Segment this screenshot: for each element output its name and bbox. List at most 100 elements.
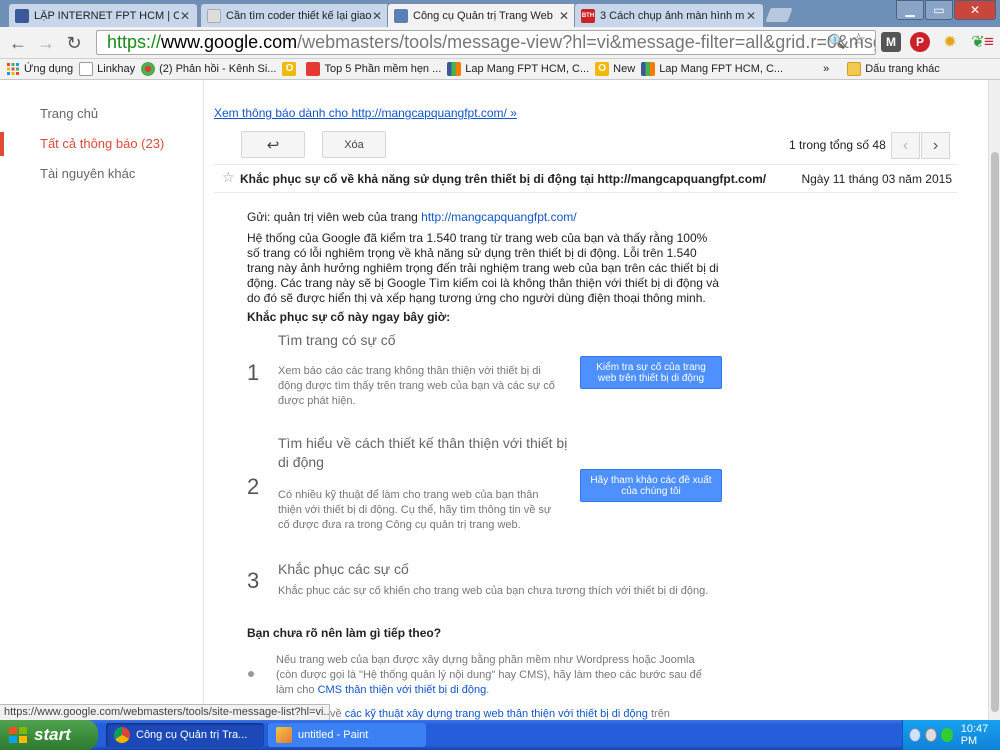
reply-button[interactable]: ↩ (241, 131, 305, 158)
cms-mobile-link[interactable]: CMS thân thiện với thiết bị di động (318, 684, 487, 696)
tray-arrow-icon[interactable] (909, 728, 922, 742)
fpt-favicon-icon (15, 8, 29, 23)
delete-button[interactable]: Xóa (322, 131, 386, 158)
bookmarks-other-folder[interactable]: Dấu trang khác (847, 62, 940, 76)
folder-icon (847, 62, 862, 76)
mobile-techniques-link[interactable]: các kỹ thuật xây dựng trang web thân thi… (345, 708, 648, 720)
network-icon[interactable] (941, 728, 953, 742)
bookmark-lap-mang-2[interactable]: Lap Mang FPT HCM, C... (641, 62, 783, 76)
tab-fpt[interactable]: LẬP INTERNET FPT HCM | C... ✕ (8, 3, 198, 27)
bookmark-new[interactable]: O New (595, 62, 635, 76)
feedback-icon (141, 62, 156, 76)
bookmark-label: Lap Mang FPT HCM, C... (659, 63, 784, 75)
prev-page-button[interactable]: ‹ (891, 132, 920, 159)
bookmark-label: (2) Phản hồi - Kênh Si... (159, 63, 277, 75)
close-tab-icon[interactable]: ✕ (745, 9, 757, 23)
minimize-button[interactable]: ▁ (896, 0, 924, 20)
taskbar-item-chrome[interactable]: Công cụ Quản trị Tra... (106, 723, 264, 747)
step-title: Tìm trang có sự cố (278, 332, 396, 348)
close-tab-icon[interactable]: ✕ (371, 9, 383, 23)
address-bar[interactable]: https://www.google.com/webmasters/tools/… (96, 30, 876, 55)
chrome-menu-icon[interactable]: ≡ (979, 32, 999, 52)
tab-screenshot-article[interactable]: BTH 3 Cách chụp ảnh màn hình m ✕ (574, 3, 764, 27)
tab-webmaster-tools[interactable]: Công cụ Quản trị Trang Web ✕ (387, 3, 577, 28)
message-date: Ngày 11 tháng 03 năm 2015 (801, 172, 952, 186)
step-description: Có nhiều kỹ thuật để làm cho trang web c… (278, 489, 552, 531)
new-tab-button[interactable] (764, 7, 794, 23)
url-path: /webmasters/tools/message-view?hl=vi&mes… (297, 32, 876, 52)
next-page-button[interactable]: › (921, 132, 950, 159)
bookmark-label: Dấu trang khác (865, 63, 940, 75)
clock[interactable]: 10:47 PM (961, 723, 1000, 747)
chrome-icon (114, 727, 130, 743)
tab-coder[interactable]: Cần tìm coder thiết kế lại giao ✕ (200, 3, 390, 27)
intro-paragraph: Hệ thống của Google đã kiểm tra 1.540 tr… (247, 231, 719, 305)
gmail-extension-icon[interactable]: M (881, 32, 901, 52)
fix-heading: Khắc phục sự cố này ngay bây giờ: (247, 310, 451, 324)
bookmarks-bar: Ứng dụng Linkhay (2) Phản hồi - Kênh Si.… (0, 59, 1000, 80)
star-icon[interactable]: ☆ (222, 169, 235, 186)
browser-toolbar: ← → ↻ https://www.google.com/webmasters/… (0, 27, 1000, 59)
back-button[interactable]: ← (6, 31, 30, 55)
o-bookmark-icon: O (282, 62, 297, 76)
taskbar-item-label: untitled - Paint (298, 729, 369, 741)
cms-text-end: . (486, 684, 490, 696)
close-tab-icon[interactable]: ✕ (179, 9, 191, 23)
scrollbar-thumb[interactable] (991, 152, 999, 712)
step-number: 2 (247, 474, 260, 499)
bookmark-lap-mang-1[interactable]: Lap Mang FPT HCM, C... (447, 62, 589, 76)
cms-paragraph: Nếu trang web của bạn được xây dựng bằng… (276, 653, 716, 698)
more-prefix: về (330, 708, 342, 720)
fpt-icon (641, 62, 656, 76)
see-recommendations-button[interactable]: Hãy tham khảo các đề xuất của chúng tôi (580, 469, 722, 502)
tab-title: LẬP INTERNET FPT HCM | C... (34, 9, 179, 22)
volume-icon[interactable] (925, 728, 938, 742)
bookmark-o[interactable]: O (282, 62, 300, 76)
active-indicator (0, 132, 4, 156)
sidebar-item-other-resources[interactable]: Tài nguyên khác (40, 166, 135, 181)
divider (214, 192, 958, 193)
recipient-site-link[interactable]: http://mangcapquangfpt.com/ (421, 210, 576, 224)
close-tab-icon[interactable]: ✕ (558, 9, 570, 23)
more-suffix: trên (650, 708, 670, 720)
status-url-bubble: https://www.google.com/webmasters/tools/… (0, 704, 330, 721)
page-favicon-icon (207, 8, 221, 23)
reload-button[interactable]: ↻ (62, 31, 86, 55)
webmaster-favicon-icon (394, 9, 408, 23)
bookmark-label: Ứng dụng (24, 63, 74, 75)
paint-icon (276, 727, 292, 743)
pinterest-extension-icon[interactable]: P (910, 32, 930, 52)
site-messages-link[interactable]: Xem thông báo dành cho http://mangcapqua… (214, 106, 517, 120)
gear-extension-icon[interactable]: ✹ (940, 32, 960, 52)
start-button[interactable]: start (0, 720, 98, 750)
bookmark-linkhay[interactable]: Linkhay (79, 62, 135, 76)
page-scrollbar[interactable] (988, 80, 1000, 720)
bookmark-top5[interactable]: Top 5 Phần mềm hẹn ... (306, 62, 441, 76)
bookmark-apps[interactable]: Ứng dụng (6, 62, 73, 76)
bookmark-star-icon[interactable]: ☆ (851, 30, 866, 50)
start-label: start (34, 725, 71, 744)
sidebar: Trang chủ Tất cả thông báo (23) Tài nguy… (0, 80, 204, 720)
url-host: www.google.com (161, 32, 298, 52)
next-steps-heading: Bạn chưa rõ nên làm gì tiếp theo? (247, 626, 442, 640)
close-window-button[interactable]: ✕ (954, 0, 996, 20)
windows-taskbar: start Công cụ Quản trị Tra... untitled -… (0, 720, 1000, 750)
taskbar-item-paint[interactable]: untitled - Paint (268, 723, 426, 747)
bookmark-label: Lap Mang FPT HCM, C... (465, 63, 590, 75)
bookmark-phan-hoi[interactable]: (2) Phản hồi - Kênh Si... (141, 62, 276, 76)
bullet-icon (248, 671, 254, 677)
step-title: Tìm hiểu về cách thiết kế thân thiện với… (278, 435, 568, 470)
window-controls: ▁ ▭ ✕ (895, 0, 996, 20)
bookmarks-overflow-button[interactable]: » (823, 63, 829, 75)
sidebar-item-all-messages[interactable]: Tất cả thông báo (23) (40, 136, 164, 151)
check-mobile-issues-button[interactable]: Kiểm tra sự cố của trang web trên thiết … (580, 356, 722, 389)
search-icon[interactable]: 🔍 (828, 33, 845, 50)
forward-button[interactable]: → (34, 31, 58, 55)
sidebar-item-home[interactable]: Trang chủ (40, 106, 98, 121)
bth-favicon-icon: BTH (581, 8, 595, 23)
pager-text: 1 trong tổng số 48 (789, 138, 886, 152)
system-tray: 10:47 PM (902, 720, 1000, 750)
bookmark-label: Top 5 Phần mềm hẹn ... (324, 63, 442, 75)
maximize-button[interactable]: ▭ (925, 0, 953, 20)
step-number: 1 (247, 360, 260, 385)
